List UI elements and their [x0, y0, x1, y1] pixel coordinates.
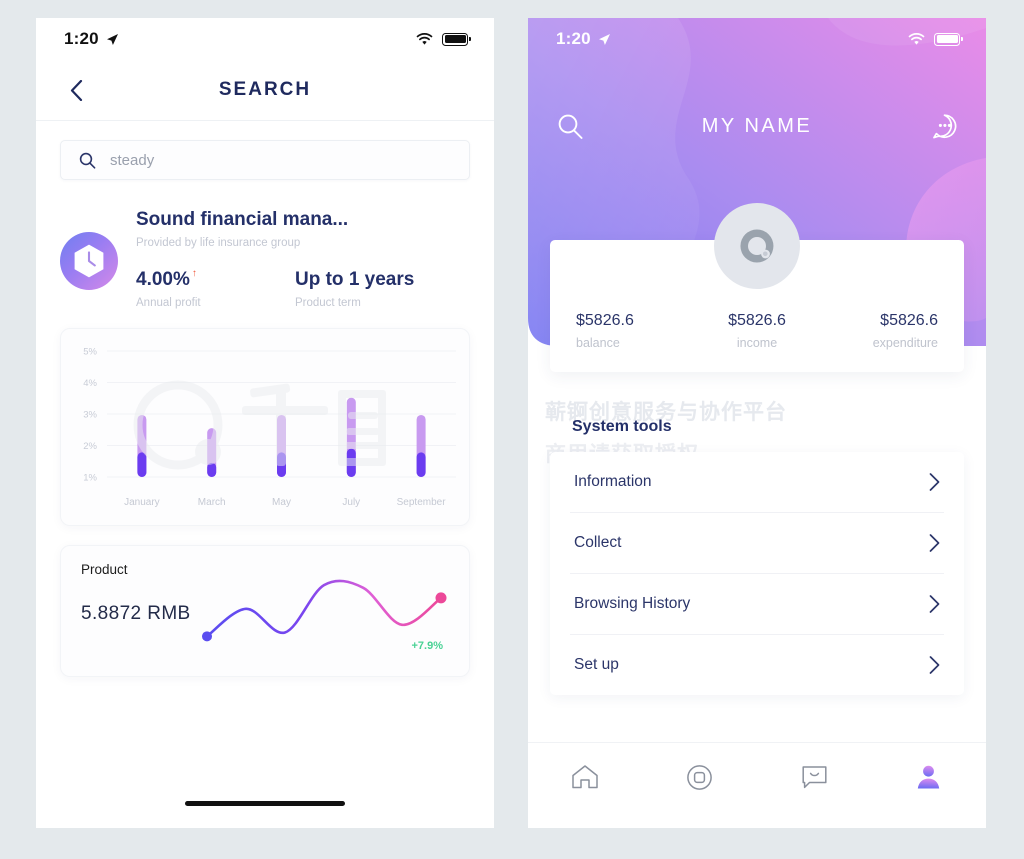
chevron-right-icon: [929, 473, 940, 491]
status-bar-right-group-r: [908, 32, 963, 46]
chevron-right-icon: [929, 656, 940, 674]
battery-icon: [934, 32, 963, 46]
stat-product-term: Up to 1 years Product term: [295, 269, 470, 309]
svg-text:September: September: [397, 497, 447, 508]
hero-message-button[interactable]: [926, 108, 962, 144]
svg-text:5%: 5%: [83, 346, 97, 357]
status-bar-right-group: [416, 32, 471, 46]
product-stats: 4.00% ↑ Annual profit Up to 1 years Prod…: [136, 267, 470, 309]
product-subtitle: Provided by life insurance group: [136, 236, 301, 249]
trend-up-icon: ↑: [191, 267, 197, 279]
product-header[interactable]: Sound financial mana... Provided by life…: [36, 180, 494, 309]
menu-item-browsing-history[interactable]: Browsing History: [570, 574, 944, 635]
status-bar-left: 1:20: [36, 18, 494, 60]
location-arrow-icon: [598, 33, 611, 46]
person-icon: [915, 764, 942, 791]
status-bar-left-group: 1:20: [64, 29, 119, 49]
status-bar-right: 1:20: [528, 18, 986, 60]
menu-item-label: Set up: [574, 656, 619, 673]
annual-profit-value: 4.00%: [136, 268, 190, 290]
search-input-value: steady: [110, 151, 155, 169]
chat-icon: [801, 765, 828, 790]
stat-expenditure-label: expenditure: [872, 336, 939, 350]
svg-text:1%: 1%: [83, 472, 97, 483]
home-indicator: [185, 801, 345, 806]
phone-screen-profile: 1:20 MY NAME $5826.6 balance $5826.6 inc…: [528, 18, 986, 828]
annual-profit-value-group: 4.00% ↑: [136, 267, 295, 291]
phone-screen-search: 1:20 SEARCH steady Sound financial mana.…: [36, 18, 494, 828]
search-area: steady: [36, 121, 494, 180]
hero-nav: MY NAME: [528, 104, 986, 148]
svg-text:4%: 4%: [83, 378, 97, 389]
system-tools-menu: Information Collect Browsing History Set…: [550, 452, 964, 695]
annual-profit-label: Annual profit: [136, 296, 201, 309]
menu-item-collect[interactable]: Collect: [570, 513, 944, 574]
page-title: SEARCH: [218, 79, 312, 100]
tab-discover[interactable]: [643, 757, 758, 797]
navigation-bar: SEARCH: [36, 60, 494, 121]
status-time-right: 1:20: [556, 29, 591, 48]
location-arrow-icon: [106, 33, 119, 46]
wifi-icon: [908, 32, 925, 46]
chat-bubble-dots-icon: [932, 113, 956, 138]
menu-item-label: Collect: [574, 534, 622, 551]
line-chart-sparkline: [202, 579, 447, 642]
product-info: Sound financial mana... Provided by life…: [136, 206, 470, 309]
svg-text:March: March: [198, 497, 226, 508]
menu-item-set-up[interactable]: Set up: [570, 635, 944, 695]
clock-hexagon-icon: [60, 232, 118, 290]
chevron-right-icon: [929, 534, 940, 552]
stat-balance: $5826.6 balance: [550, 312, 697, 350]
product-term-value: Up to 1 years: [295, 268, 415, 290]
profile-title: MY NAME: [701, 114, 813, 137]
stat-income-value: $5826.6: [728, 312, 786, 329]
line-chart-card: Product 5.8872 RMB +7.9%: [60, 544, 470, 677]
section-title-system-tools: System tools: [572, 418, 672, 435]
tab-messages[interactable]: [757, 757, 872, 797]
stat-income: $5826.6 income: [697, 312, 818, 350]
battery-icon: [442, 32, 471, 46]
svg-text:May: May: [272, 497, 291, 508]
product-term-label: Product term: [295, 296, 361, 309]
tab-profile[interactable]: [872, 757, 987, 797]
search-input[interactable]: steady: [60, 140, 470, 180]
bottom-tab-bar: [528, 742, 986, 828]
circle-square-icon: [686, 764, 713, 791]
stat-balance-value: $5826.6: [576, 312, 634, 329]
stat-annual-profit: 4.00% ↑ Annual profit: [136, 267, 295, 309]
svg-text:3%: 3%: [83, 409, 97, 420]
menu-item-label: Browsing History: [574, 595, 691, 612]
stat-expenditure: $5826.6 expenditure: [817, 312, 964, 350]
search-icon: [79, 152, 96, 169]
menu-item-information[interactable]: Information: [570, 452, 944, 513]
status-bar-left-group-r: 1:20: [556, 29, 611, 49]
chevron-right-icon: [929, 595, 940, 613]
tab-home[interactable]: [528, 757, 643, 797]
svg-text:2%: 2%: [83, 441, 97, 452]
avatar[interactable]: [714, 203, 800, 289]
svg-text:July: July: [342, 497, 360, 508]
product-title: Sound financial mana...: [136, 209, 349, 230]
avatar-ring-icon: [740, 229, 774, 263]
menu-item-label: Information: [574, 473, 652, 490]
wifi-icon: [416, 32, 433, 46]
stat-balance-label: balance: [576, 336, 620, 350]
stat-expenditure-value: $5826.6: [880, 312, 939, 329]
back-button[interactable]: [60, 74, 92, 106]
svg-text:January: January: [124, 497, 160, 508]
bar-chart-card: 1% 2% 3% 4% 5% January March May July September: [60, 327, 470, 526]
stat-income-label: income: [736, 336, 778, 350]
home-icon: [571, 764, 599, 790]
status-time: 1:20: [64, 29, 99, 48]
bar-chart: 1% 2% 3% 4% 5% January March May July September: [83, 346, 456, 508]
